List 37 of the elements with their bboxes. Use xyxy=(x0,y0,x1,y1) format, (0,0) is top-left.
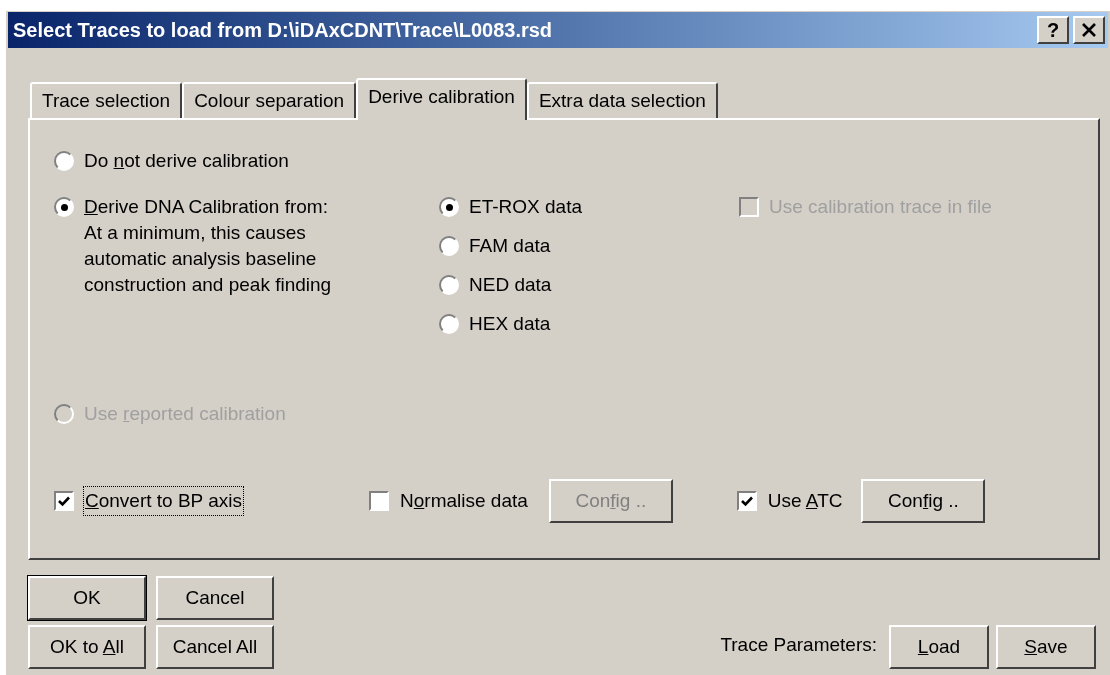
radio-label: FAM data xyxy=(469,233,551,258)
close-button[interactable] xyxy=(1073,16,1105,44)
radio-label: Do not derive calibration xyxy=(84,148,289,173)
dialog-button[interactable]: Cancel All xyxy=(156,625,274,669)
radio-label: NED data xyxy=(469,272,552,297)
checkbox[interactable] xyxy=(736,491,757,511)
radio-label: HEX data xyxy=(469,311,551,336)
tab[interactable]: Extra data selection xyxy=(526,82,718,118)
help-button[interactable]: ? xyxy=(1037,16,1069,44)
checkbox[interactable] xyxy=(54,491,74,511)
checkbox[interactable] xyxy=(369,491,389,511)
radio-button[interactable] xyxy=(439,275,459,295)
tab[interactable]: Colour separation xyxy=(182,82,357,118)
dialog-button[interactable]: Cancel xyxy=(156,576,274,620)
trace-parameters-label: Trace Parameters: xyxy=(720,632,877,657)
checkbox-label: Use ATC xyxy=(766,488,844,513)
checkbox-label: Normalise data xyxy=(399,488,529,513)
radio-button[interactable] xyxy=(439,236,459,256)
description-text: At a minimum, this causes automatic analysis baseline construction and peak finding xyxy=(84,221,333,297)
radio-button[interactable] xyxy=(439,197,459,217)
window-title: Select Traces to load from D:\iDAxCDNT\Trace\L0083.rsd xyxy=(13,18,554,43)
radio-label: ET-ROX data xyxy=(469,194,582,219)
close-icon xyxy=(1081,23,1097,37)
check-icon xyxy=(58,495,70,507)
trace-parameters-button[interactable]: Save xyxy=(996,625,1096,669)
trace-parameters-button[interactable]: Load xyxy=(889,625,989,669)
dialog-button[interactable]: OK xyxy=(28,576,146,620)
tab[interactable]: Derive calibration xyxy=(356,78,527,120)
checkbox-label: Convert to BP axis xyxy=(84,486,243,516)
radio-label: Derive DNA Calibration from: xyxy=(84,194,328,219)
tab[interactable]: Trace selection xyxy=(30,82,183,118)
radio-button[interactable] xyxy=(54,197,74,217)
config-button[interactable]: Config .. xyxy=(861,479,986,523)
dialog-button[interactable]: OK to All xyxy=(28,625,146,669)
check-icon xyxy=(740,495,753,507)
radio-button[interactable] xyxy=(439,314,459,334)
radio-button[interactable] xyxy=(54,151,74,171)
